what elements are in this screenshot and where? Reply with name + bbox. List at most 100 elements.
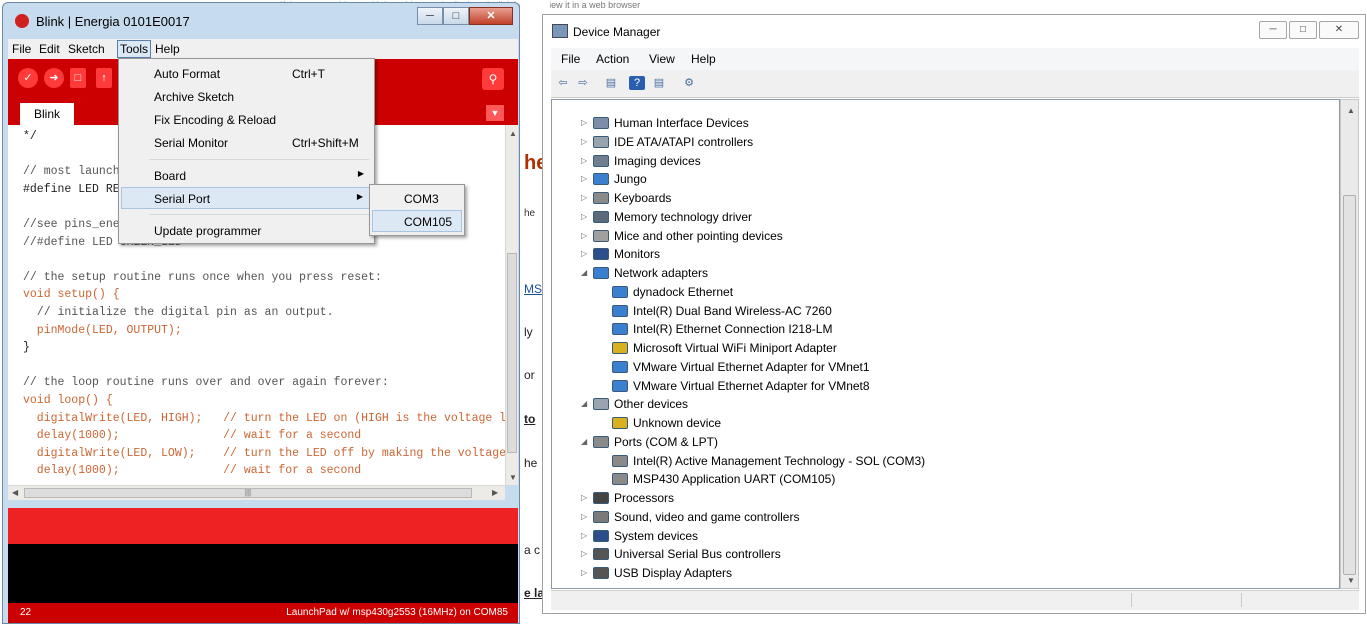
serial-port-submenu: COM3 COM105: [369, 184, 465, 236]
tree-node-label: Other devices: [614, 397, 689, 412]
tree-node-label: Processors: [614, 491, 675, 505]
background-link[interactable]: MS: [524, 282, 542, 296]
expand-arrow-icon[interactable]: ▷: [581, 527, 591, 545]
device-icon: [612, 285, 628, 298]
code-line: }: [23, 341, 30, 355]
energia-title-bar[interactable]: Blink | Energia 0101E0017 ─ □ ✕: [3, 3, 519, 37]
tree-node-label: System devices: [614, 528, 699, 543]
forward-icon[interactable]: ⇨: [575, 76, 591, 90]
show-hide-console-tree-icon[interactable]: ▤: [603, 76, 619, 90]
expand-arrow-icon[interactable]: ▷: [581, 245, 591, 263]
tree-node-label: Monitors: [614, 247, 661, 262]
device-tree[interactable]: ▷ Human Interface Devices ▷ IDE ATA/ATAPI c…: [551, 99, 1340, 589]
expand-arrow-icon[interactable]: ▷: [581, 545, 591, 563]
menu-help[interactable]: Help: [691, 52, 716, 66]
device-manager-title-bar[interactable]: Device Manager ─ □ ✕: [543, 15, 1365, 47]
code-line: digitalWrite(LED, HIGH); // turn the LED…: [23, 411, 505, 425]
tree-node-label: Imaging devices: [614, 153, 701, 168]
background-link[interactable]: to: [524, 412, 535, 426]
new-sketch-icon[interactable]: □: [70, 68, 86, 88]
expand-arrow-icon[interactable]: ▷: [581, 152, 591, 170]
collapse-arrow-icon[interactable]: ◢: [581, 433, 591, 451]
minimize-button[interactable]: ─: [417, 7, 443, 25]
collapse-arrow-icon[interactable]: ◢: [581, 395, 591, 413]
scroll-left-icon[interactable]: ◀: [12, 488, 18, 497]
upload-icon[interactable]: ➜: [44, 68, 64, 88]
menu-view[interactable]: View: [649, 52, 675, 66]
tree-node-label: dynadock Ethernet: [633, 284, 734, 299]
expand-arrow-icon[interactable]: ▷: [581, 564, 591, 582]
menu-item-serial-port[interactable]: Serial Port ▶: [121, 187, 372, 209]
device-icon: [612, 454, 628, 467]
scroll-right-icon[interactable]: ▶: [492, 488, 498, 497]
menu-item-archive-sketch[interactable]: Archive Sketch: [121, 86, 372, 108]
tree-node-label: Memory technology driver: [614, 209, 753, 224]
scroll-up-icon[interactable]: ▲: [1347, 106, 1355, 115]
back-icon[interactable]: ⇦: [555, 76, 571, 90]
expand-arrow-icon[interactable]: ▷: [581, 170, 591, 188]
submenu-arrow-icon: ▶: [357, 169, 364, 178]
submenu-arrow-icon: ▶: [356, 192, 363, 201]
close-button[interactable]: ✕: [469, 7, 513, 25]
scrollbar-thumb[interactable]: [507, 253, 517, 453]
tree-node-label: IDE ATA/ATAPI controllers: [614, 134, 754, 149]
serial-port-com105[interactable]: COM105: [372, 210, 462, 232]
expand-arrow-icon[interactable]: ▷: [581, 133, 591, 151]
menu-tools[interactable]: Tools: [117, 40, 152, 58]
help-icon[interactable]: ?: [629, 76, 645, 90]
device-icon: [612, 323, 628, 336]
tab-blink[interactable]: Blink: [20, 103, 74, 125]
menu-edit[interactable]: Edit: [39, 42, 60, 56]
menu-item-fix-encoding[interactable]: Fix Encoding & Reload: [121, 109, 372, 131]
device-manager-status-bar: [551, 590, 1359, 610]
code-line: delay(1000); // wait for a second: [23, 429, 362, 443]
maximize-button[interactable]: □: [1289, 21, 1317, 39]
serial-port-com3[interactable]: COM3: [372, 188, 462, 210]
open-sketch-icon[interactable]: ↑: [96, 68, 112, 88]
menu-action[interactable]: Action: [596, 52, 629, 66]
background-fragment: he: [524, 208, 536, 219]
code-line: digitalWrite(LED, LOW); // turn the LED …: [23, 446, 505, 460]
device-icon: [593, 173, 609, 186]
background-link[interactable]: e la: [524, 586, 544, 600]
scrollbar-thumb[interactable]: |||: [24, 488, 472, 498]
minimize-button[interactable]: ─: [1259, 21, 1287, 39]
expand-arrow-icon[interactable]: ▷: [581, 114, 591, 132]
expand-arrow-icon[interactable]: ▷: [581, 508, 591, 526]
tree-node-label: Sound, video and game controllers: [614, 509, 800, 524]
scroll-down-icon[interactable]: ▼: [509, 473, 517, 482]
menu-item-auto-format[interactable]: Auto Format Ctrl+T: [121, 63, 372, 85]
menu-item-update-programmer[interactable]: Update programmer: [121, 220, 372, 242]
menu-item-board[interactable]: Board ▶: [121, 165, 372, 187]
menu-file[interactable]: File: [12, 42, 31, 56]
expand-arrow-icon[interactable]: ▷: [581, 489, 591, 507]
tree-node-label: MSP430 Application UART (COM105): [633, 472, 836, 487]
tree-node-label: Intel(R) Ethernet Connection I218-LM: [633, 322, 833, 337]
menu-file[interactable]: File: [561, 52, 580, 66]
properties-icon[interactable]: ▤: [651, 76, 667, 90]
serial-monitor-icon[interactable]: ⚲: [482, 68, 504, 90]
message-area: [8, 508, 518, 544]
scrollbar-thumb[interactable]: [1343, 195, 1356, 575]
tree-node-label: Network adapters: [614, 266, 709, 280]
collapse-arrow-icon[interactable]: ◢: [581, 264, 591, 282]
expand-arrow-icon[interactable]: ▷: [581, 227, 591, 245]
editor-horizontal-scrollbar[interactable]: ◀ ||| ▶: [8, 485, 505, 500]
scroll-down-icon[interactable]: ▼: [1347, 576, 1355, 585]
device-tree-scrollbar[interactable]: ▲ ▼: [1340, 99, 1359, 589]
scroll-up-icon[interactable]: ▲: [509, 129, 517, 138]
menu-sketch[interactable]: Sketch: [68, 42, 105, 56]
close-button[interactable]: ✕: [1319, 21, 1359, 39]
code-line: */: [23, 130, 37, 143]
expand-arrow-icon[interactable]: ▷: [581, 189, 591, 207]
menu-help[interactable]: Help: [155, 42, 180, 56]
expand-arrow-icon[interactable]: ▷: [581, 208, 591, 226]
tree-node-label: Intel(R) Dual Band Wireless-AC 7260: [633, 303, 832, 318]
maximize-button[interactable]: □: [443, 7, 469, 25]
tab-menu-chevron-down-icon[interactable]: ▼: [486, 105, 504, 121]
editor-vertical-scrollbar[interactable]: ▲ ▼: [505, 125, 518, 485]
verify-icon[interactable]: ✓: [18, 68, 38, 88]
menu-item-serial-monitor[interactable]: Serial Monitor Ctrl+Shift+M: [121, 132, 372, 154]
code-line: void setup() {: [23, 288, 120, 302]
scan-hardware-icon[interactable]: ⚙: [681, 76, 697, 90]
